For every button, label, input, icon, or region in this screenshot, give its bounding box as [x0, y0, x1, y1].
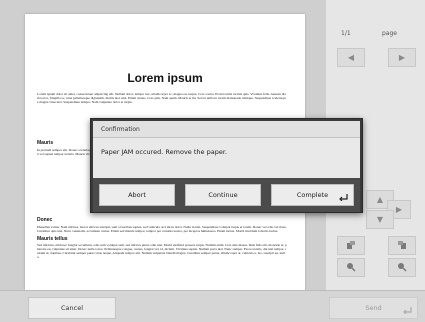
rotate-left-button[interactable]	[337, 236, 365, 255]
triangle-up-icon: ▲	[376, 195, 384, 204]
send-button[interactable]: Send	[329, 297, 418, 319]
cancel-button-label: Cancel	[60, 304, 84, 312]
complete-button-label: Complete	[296, 191, 329, 199]
dialog-title: Confirmation	[93, 121, 360, 138]
rotate-right-icon	[397, 240, 407, 252]
rotate-left-icon	[346, 240, 356, 252]
zoom-in-button[interactable]	[337, 258, 365, 277]
zoom-in-icon	[346, 262, 356, 274]
document-heading: Mauris tellus	[37, 236, 68, 242]
abort-button[interactable]: Abort	[99, 184, 175, 206]
dialog-body: Confirmation Paper JAM occured. Remove t…	[93, 121, 360, 212]
dialog-button-bar: Abort Continue Complete	[93, 178, 360, 212]
dialog-message: Paper JAM occured. Remove the paper.	[101, 148, 227, 156]
rotate-right-button[interactable]	[388, 236, 416, 255]
zoom-out-button[interactable]	[388, 258, 416, 277]
document-heading: Mauris	[37, 140, 54, 146]
triangle-down-icon: ▼	[376, 215, 384, 224]
complete-button[interactable]: Complete	[271, 184, 354, 206]
scroll-down-button[interactable]: ▼	[366, 210, 394, 229]
document-heading: Donec	[37, 217, 53, 223]
abort-button-label: Abort	[128, 191, 146, 199]
document-title: Lorem ipsum	[127, 71, 203, 85]
continue-button[interactable]: Continue	[185, 184, 261, 206]
bottom-bar: Cancel Send	[0, 290, 425, 322]
document-paragraph: Sed ultricies, nibh nec feugiat accumsan…	[37, 243, 287, 260]
next-page-button[interactable]: ▶	[388, 48, 416, 67]
document-paragraph: Phasellus varius. Nam ultrices, nisi et …	[37, 225, 287, 234]
previous-page-button[interactable]: ◀	[337, 48, 365, 67]
confirmation-dialog: Confirmation Paper JAM occured. Remove t…	[90, 118, 363, 213]
page-number: 1/1	[341, 30, 351, 37]
continue-button-label: Continue	[208, 191, 238, 199]
triangle-right-icon: ▶	[398, 53, 406, 62]
triangle-right-icon: ▶	[395, 205, 403, 214]
zoom-out-icon	[397, 262, 407, 274]
enter-return-icon	[339, 194, 348, 202]
triangle-left-icon: ◀	[347, 53, 355, 62]
enter-return-icon	[403, 307, 412, 315]
send-button-label: Send	[365, 304, 382, 312]
cancel-button[interactable]: Cancel	[28, 297, 116, 319]
page-label: page	[382, 30, 397, 37]
